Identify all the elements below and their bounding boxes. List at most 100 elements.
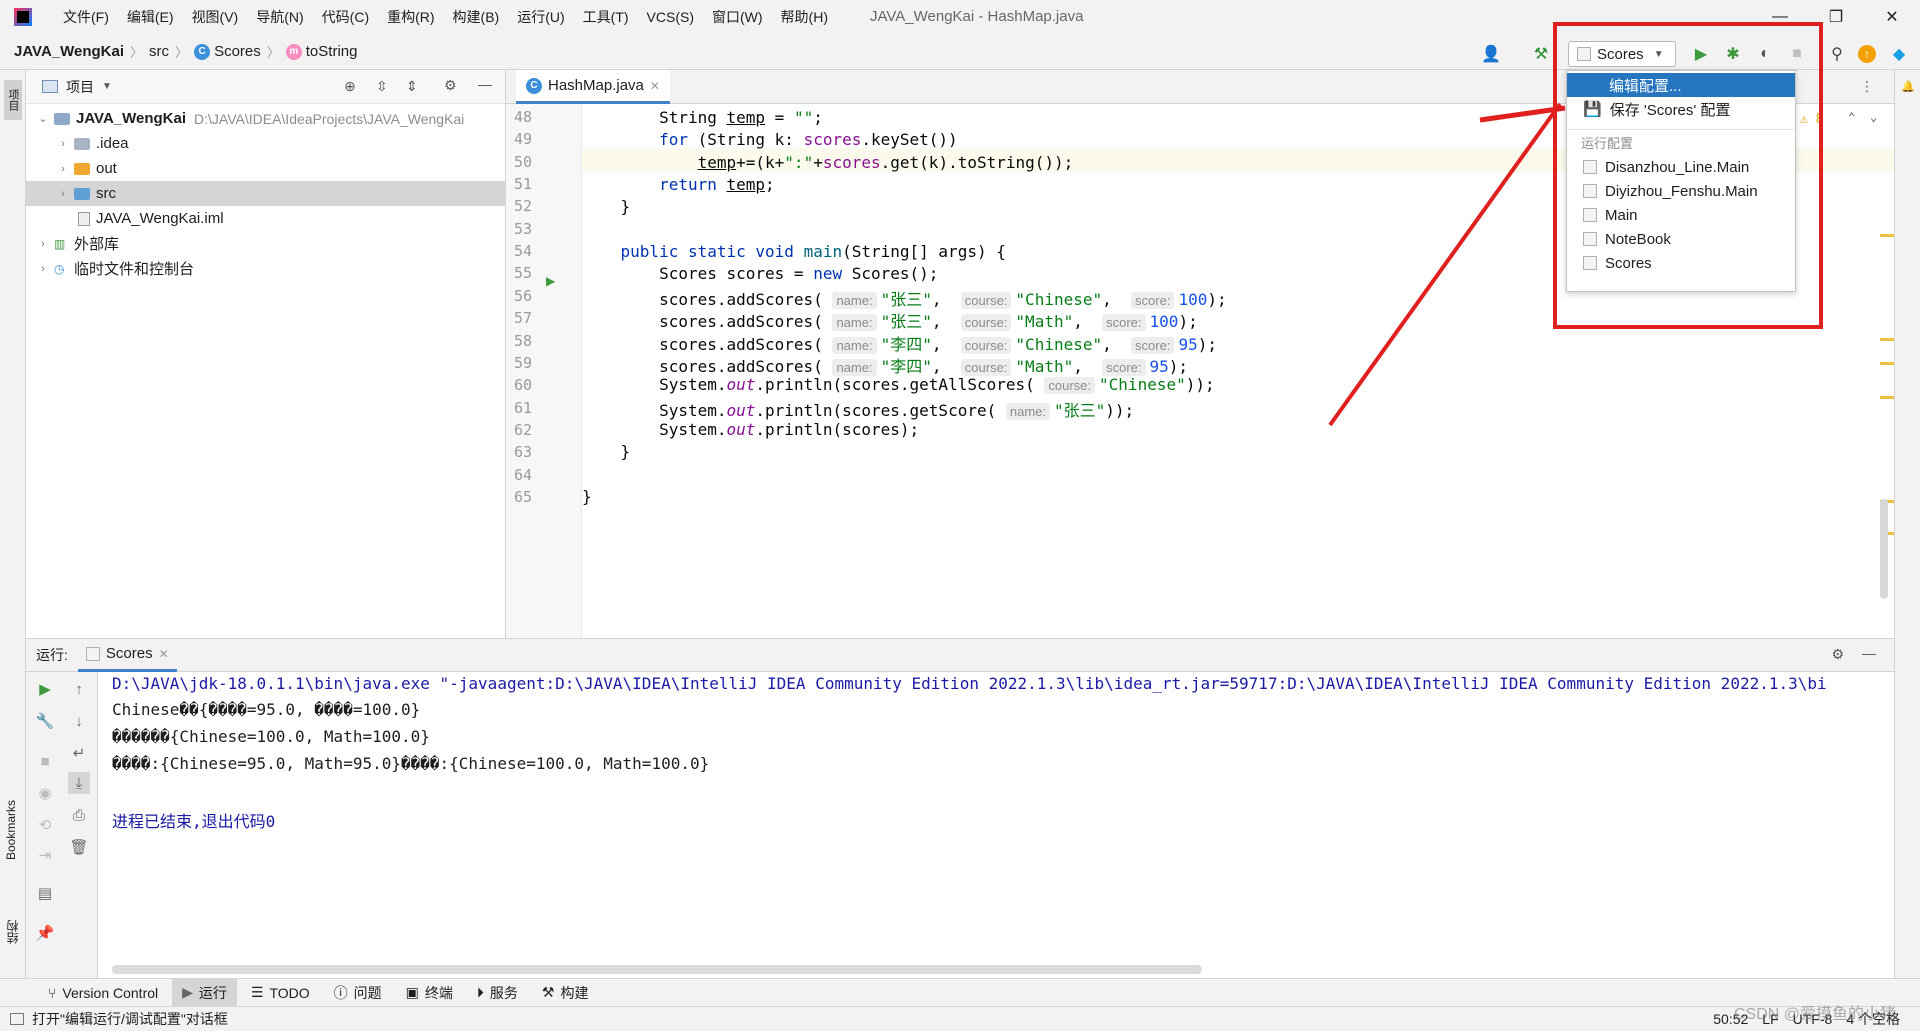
breadcrumb-project[interactable]: JAVA_WengKai — [14, 43, 124, 60]
menu-item[interactable]: 运行(U) — [508, 0, 573, 34]
tool-tab-label: Version Control — [62, 984, 159, 1001]
chevron-right-icon[interactable]: › — [36, 238, 50, 250]
chevron-down-icon[interactable]: ▼ — [102, 81, 112, 92]
run-tab-scores[interactable]: Scores ✕ — [77, 638, 177, 672]
error-stripe-mark[interactable] — [1880, 396, 1894, 399]
tool-tab-label: 运行 — [198, 984, 227, 1001]
folder-icon — [54, 112, 70, 125]
menu-item[interactable]: 导航(N) — [247, 0, 312, 34]
tool-tab-run[interactable]: ▶ 运行 — [172, 978, 237, 1007]
restore-layout-icon[interactable]: ⟲ — [34, 814, 56, 836]
tree-item-root[interactable]: ⌄ JAVA_WengKai D:\JAVA\IDEA\IdeaProjects… — [26, 106, 505, 131]
more-icon[interactable]: ⋮ — [1860, 78, 1874, 95]
menu-item[interactable]: 代码(C) — [313, 0, 378, 34]
plugin-icon[interactable]: ◆ — [1888, 43, 1910, 65]
tree-item-out[interactable]: › out — [26, 156, 505, 181]
wrench-icon[interactable]: 🔧 — [34, 710, 56, 732]
menu-item[interactable]: 重构(R) — [378, 0, 443, 34]
chevron-up-icon[interactable]: ⌃ — [1848, 110, 1855, 124]
chevron-right-icon[interactable]: › — [36, 263, 50, 275]
chevron-right-icon[interactable]: › — [56, 163, 70, 175]
console-output[interactable]: D:\JAVA\jdk-18.0.1.1\bin\java.exe "-java… — [98, 672, 1894, 978]
pin-icon[interactable]: 📌 — [34, 922, 56, 944]
expand-all-icon[interactable]: ⇳ — [376, 78, 388, 95]
rerun-icon[interactable]: ▶ — [34, 678, 56, 700]
menu-item[interactable]: 构建(B) — [444, 0, 509, 34]
tool-tab-build[interactable]: ⚒ 构建 — [532, 979, 599, 1007]
run-gutter-icon[interactable]: ▶ — [546, 274, 555, 288]
build-hammer-icon[interactable]: ⚒ — [1530, 43, 1552, 65]
tree-item-scratches[interactable]: › ◷ 临时文件和控制台 — [26, 256, 505, 281]
menu-item[interactable]: 窗口(W) — [703, 0, 772, 34]
breadcrumb-folder[interactable]: src — [149, 43, 169, 60]
hide-icon[interactable]: — — [1862, 645, 1876, 661]
chevron-right-icon[interactable]: › — [56, 138, 70, 150]
tree-item-label: src — [96, 185, 116, 202]
tree-item-idea[interactable]: › .idea — [26, 131, 505, 156]
breadcrumb-class[interactable]: C Scores — [194, 43, 261, 60]
soft-wrap-icon[interactable]: ↵ — [68, 742, 90, 764]
menu-item[interactable]: VCS(S) — [638, 0, 703, 34]
layout-icon[interactable]: ▤ — [34, 882, 56, 904]
gear-icon[interactable]: ⚙ — [1831, 646, 1844, 663]
collapse-all-icon[interactable]: ⇕ — [406, 78, 418, 95]
stop-icon[interactable]: ■ — [34, 750, 56, 772]
close-icon[interactable]: ✕ — [1864, 0, 1920, 34]
error-stripe-mark[interactable] — [1880, 234, 1894, 237]
breadcrumb-class-label: Scores — [214, 43, 261, 60]
line-number: 50 — [513, 152, 532, 171]
gear-icon[interactable]: ⚙ — [444, 77, 457, 94]
tool-tab-todo[interactable]: ☰ TODO — [241, 979, 320, 1007]
locate-icon[interactable]: ⊕ — [344, 78, 356, 95]
error-stripe-mark[interactable] — [1880, 338, 1894, 341]
code-line: scores.addScores( name: "张三", course: "Mat… — [582, 312, 1198, 331]
error-stripe-mark[interactable] — [1880, 362, 1894, 365]
tool-tab-terminal[interactable]: ▣ 终端 — [396, 979, 463, 1007]
menu-item[interactable]: 视图(V) — [183, 0, 248, 34]
tab-hashmap-java[interactable]: C HashMap.java ✕ — [516, 70, 670, 104]
camera-icon[interactable]: ◉ — [34, 782, 56, 804]
breadcrumb-method[interactable]: m toString — [285, 43, 357, 60]
menu-item[interactable]: 文件(F) — [54, 0, 118, 34]
menu-item[interactable]: 帮助(H) — [772, 0, 837, 34]
branch-icon: ⑂ — [48, 984, 57, 1001]
project-tool-button[interactable]: 项目 — [4, 80, 22, 120]
user-icon[interactable]: 👤 — [1480, 43, 1502, 65]
code-line: for (String k: scores.keySet()) — [659, 130, 958, 149]
project-panel-title[interactable]: 项目 — [66, 77, 94, 97]
scroll-to-end-icon[interactable]: ⤓ — [68, 772, 90, 794]
structure-tool-button[interactable]: 结构 — [4, 920, 21, 944]
notifications-icon[interactable]: 🔔 — [1899, 80, 1917, 120]
chevron-down-icon[interactable]: ⌄ — [1870, 110, 1877, 124]
menu-item[interactable]: 工具(T) — [574, 0, 638, 34]
code-line: String temp = ""; — [659, 108, 823, 127]
editor-scrollbar[interactable] — [1880, 499, 1888, 599]
code-line: public static void main(String[] args) { — [620, 242, 1006, 261]
tree-item-src[interactable]: › src — [26, 181, 505, 206]
trash-icon[interactable]: 🗑 — [68, 836, 90, 858]
menu-item[interactable]: 编辑(E) — [118, 0, 183, 34]
tree-item-iml[interactable]: JAVA_WengKai.iml — [26, 206, 505, 231]
panel-toggle-icon[interactable] — [10, 1013, 24, 1025]
print-icon[interactable]: ⎙ — [68, 804, 90, 826]
exit-icon[interactable]: ⇥ — [34, 844, 56, 866]
tree-item-label: JAVA_WengKai.iml — [96, 210, 224, 227]
tool-tab-version-control[interactable]: ⑂ Version Control — [38, 979, 168, 1007]
close-tab-icon[interactable]: ✕ — [650, 79, 660, 93]
bookmarks-tool-button[interactable]: Bookmarks — [4, 800, 18, 860]
chevron-down-icon[interactable]: ⌄ — [36, 112, 50, 125]
tree-item-label: out — [96, 160, 117, 177]
tool-tab-label: 终端 — [424, 984, 453, 1001]
tree-item-external-libs[interactable]: › ▥ 外部库 — [26, 231, 505, 256]
tool-tab-services[interactable]: ⏵ 服务 — [467, 979, 528, 1007]
arrow-down-icon[interactable]: ↓ — [68, 710, 90, 732]
tree-item-label: .idea — [96, 135, 129, 152]
hide-icon[interactable]: — — [478, 76, 492, 92]
search-icon[interactable]: ⚲ — [1826, 43, 1848, 65]
close-tab-icon[interactable]: ✕ — [159, 647, 169, 661]
chevron-right-icon[interactable]: › — [56, 188, 70, 200]
tool-tab-problems[interactable]: ⓘ 问题 — [324, 979, 392, 1007]
arrow-up-icon[interactable]: ↑ — [68, 678, 90, 700]
update-icon[interactable]: ↑ — [1858, 45, 1876, 63]
console-horizontal-scrollbar[interactable] — [112, 965, 1202, 974]
